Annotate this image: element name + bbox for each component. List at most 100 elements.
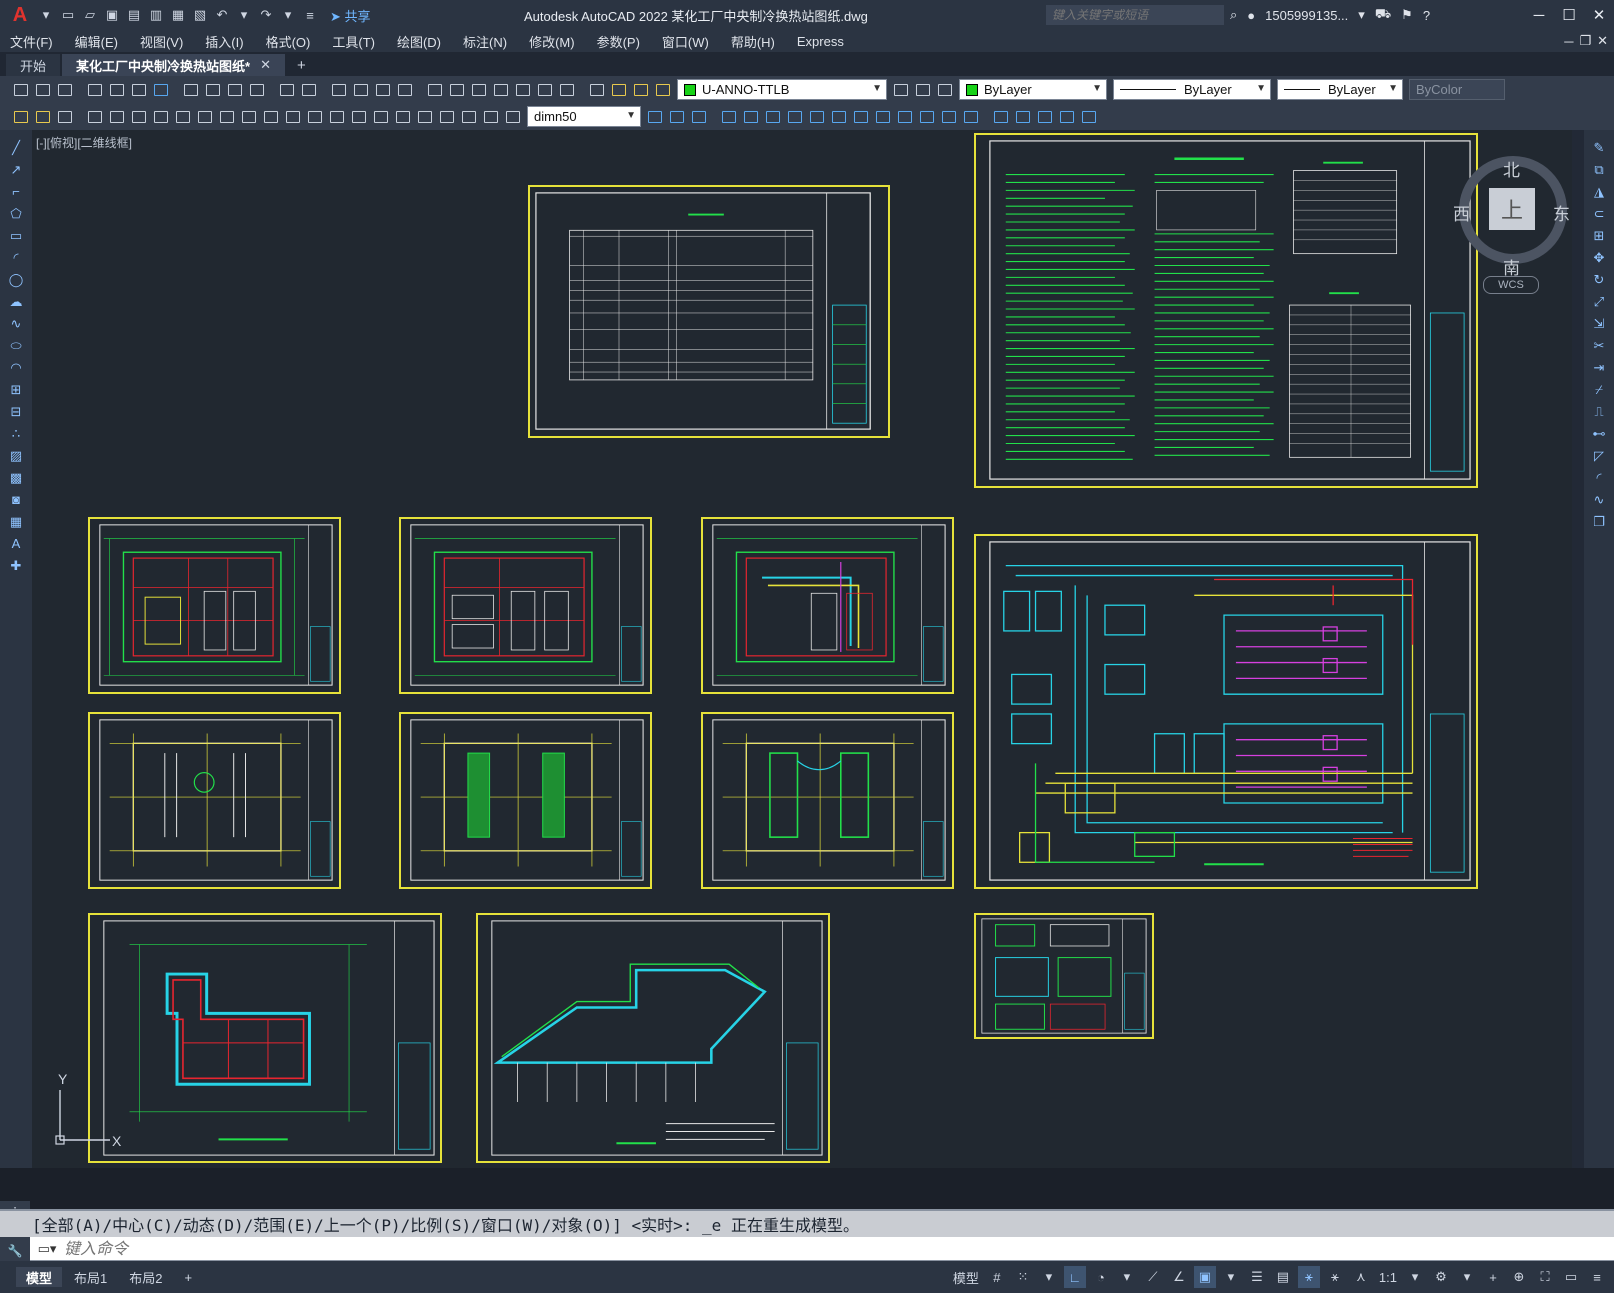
polar-tracking-icon[interactable]: ◔: [1090, 1266, 1112, 1288]
hatch-icon[interactable]: ▨: [6, 446, 26, 465]
dim-update-icon[interactable]: [54, 106, 76, 128]
menu-edit[interactable]: 编辑(E): [75, 32, 118, 51]
inspection-icon[interactable]: [414, 106, 436, 128]
viewport-controls[interactable]: [-][俯视][二维线框]: [36, 134, 132, 151]
menu-insert[interactable]: 插入(I): [205, 32, 243, 51]
arc-icon[interactable]: ◜: [6, 248, 26, 267]
construction-line-icon[interactable]: ↗: [6, 160, 26, 179]
undo-icon[interactable]: ↶: [212, 4, 232, 26]
break-icon[interactable]: [872, 106, 894, 128]
trim-icon[interactable]: ✂: [1589, 336, 1609, 355]
menu-dimension[interactable]: 标注(N): [463, 32, 507, 51]
polyline-icon[interactable]: ⌐: [6, 182, 26, 201]
3d-print-icon[interactable]: [150, 79, 172, 101]
baseline-dimension-icon[interactable]: [282, 106, 304, 128]
mirror-icon[interactable]: [666, 106, 688, 128]
maximize-icon[interactable]: ☐: [1554, 0, 1584, 30]
doc-close-icon[interactable]: ✕: [1597, 33, 1608, 49]
break-icon[interactable]: ⎍: [1589, 402, 1609, 421]
ellipse-icon[interactable]: ⬭: [6, 336, 26, 355]
radius-dimension-icon[interactable]: [172, 106, 194, 128]
fillet-icon[interactable]: [938, 106, 960, 128]
wrench-icon[interactable]: 🔧: [8, 1244, 23, 1258]
help-search-input[interactable]: [1046, 5, 1224, 25]
sheet-foundation-plan-1[interactable]: [88, 712, 341, 889]
model-space-toggle[interactable]: 模型: [950, 1266, 982, 1288]
ortho-icon[interactable]: ∟: [1063, 1266, 1086, 1288]
explode-icon[interactable]: [960, 106, 982, 128]
snap-icon[interactable]: ⁙: [1012, 1266, 1034, 1288]
save-as-icon[interactable]: ▤: [124, 4, 144, 26]
copy-icon[interactable]: ⧉: [1589, 160, 1609, 179]
add-icon[interactable]: +: [1482, 1266, 1504, 1288]
stretch-icon[interactable]: [806, 106, 828, 128]
publish-icon[interactable]: [128, 79, 150, 101]
dim-break-icon[interactable]: [348, 106, 370, 128]
circle-icon[interactable]: ◯: [6, 270, 26, 289]
tab-drawing[interactable]: 某化工厂中央制冷换热站图纸* ✕: [62, 54, 285, 76]
polygon-icon[interactable]: ⬠: [6, 204, 26, 223]
extend-icon[interactable]: ⇥: [1589, 358, 1609, 377]
rotate-icon[interactable]: ↻: [1589, 270, 1609, 289]
new-file-icon[interactable]: ▭: [58, 4, 78, 26]
point-icon[interactable]: ∴: [6, 424, 26, 443]
menu-tools[interactable]: 工具(T): [332, 32, 375, 51]
dim-style-dropdown[interactable]: dimn50 ▼: [527, 106, 641, 127]
gear-dropdown-icon[interactable]: ▾: [1456, 1266, 1478, 1288]
transparency-icon[interactable]: ▤: [1272, 1266, 1294, 1288]
compass-east[interactable]: 东: [1553, 200, 1570, 225]
block-insert-icon[interactable]: [990, 106, 1012, 128]
linetype-dropdown[interactable]: ByLayer ▼: [1113, 79, 1271, 100]
blend-curves-icon[interactable]: ∿: [1589, 490, 1609, 509]
vertical-scrollbar[interactable]: [1572, 130, 1584, 1168]
menu-draw[interactable]: 绘图(D): [397, 32, 441, 51]
chamfer-icon[interactable]: [916, 106, 938, 128]
share-button[interactable]: ➤ 共享: [330, 6, 371, 25]
continue-dimension-icon[interactable]: [304, 106, 326, 128]
redo-icon[interactable]: [298, 79, 320, 101]
fillet-icon[interactable]: ◜: [1589, 468, 1609, 487]
mirror-icon[interactable]: ◮: [1589, 182, 1609, 201]
new-tab-icon[interactable]: +: [287, 54, 316, 76]
viewcube[interactable]: 上 北 南 东 西 WCS: [1453, 148, 1572, 298]
sheet-roof-plan[interactable]: [88, 913, 442, 1163]
dim-text-edit-icon[interactable]: [480, 106, 502, 128]
command-input[interactable]: [64, 1237, 1464, 1260]
scale-icon[interactable]: [784, 106, 806, 128]
region-icon[interactable]: ◙: [6, 490, 26, 509]
doc-minimize-icon[interactable]: ─: [1564, 34, 1573, 49]
viewcube-top-face[interactable]: 上: [1489, 188, 1535, 230]
sheet-equipment-list[interactable]: [528, 185, 890, 438]
revcloud-icon[interactable]: ☁: [6, 292, 26, 311]
layout-tab-model[interactable]: 模型: [16, 1267, 63, 1287]
cart-icon[interactable]: ⛟: [1375, 6, 1391, 24]
undo-icon[interactable]: [276, 79, 298, 101]
layer-previous-icon[interactable]: [912, 79, 934, 101]
ellipse-arc-icon[interactable]: ◠: [6, 358, 26, 377]
redo-dropdown-icon[interactable]: ▾: [278, 4, 298, 26]
move-icon[interactable]: [740, 106, 762, 128]
undo-dropdown-icon[interactable]: ▾: [234, 4, 254, 26]
join-icon[interactable]: ⊷: [1589, 424, 1609, 443]
object-snap-tracking-icon[interactable]: ∠: [1168, 1266, 1190, 1288]
linear-dimension-icon[interactable]: [84, 106, 106, 128]
lineweight-dropdown[interactable]: ByLayer ▼: [1277, 79, 1403, 100]
search-icon[interactable]: ⌕: [1230, 7, 1237, 23]
save-icon[interactable]: [54, 79, 76, 101]
auto-scale-icon[interactable]: ⚹: [1324, 1266, 1346, 1288]
osnap-dropdown-icon[interactable]: ▾: [1220, 1266, 1242, 1288]
chamfer-icon[interactable]: ◸: [1589, 446, 1609, 465]
lineweight-icon[interactable]: ☰: [1246, 1266, 1268, 1288]
layer-on-icon[interactable]: [608, 79, 630, 101]
sheet-foundation-plan-2[interactable]: [399, 712, 652, 889]
menu-view[interactable]: 视图(V): [140, 32, 183, 51]
line-icon[interactable]: ╱: [6, 138, 26, 157]
sheet-floor-plan-2[interactable]: [399, 517, 652, 694]
jogged-dimension-icon[interactable]: [194, 106, 216, 128]
menu-parametric[interactable]: 参数(P): [597, 32, 640, 51]
drawing-canvas[interactable]: [-][俯视][二维线框] 上 北 南 东 西 WCS Y X: [32, 130, 1572, 1168]
zoom-previous-icon[interactable]: [394, 79, 416, 101]
table-icon[interactable]: ▦: [6, 512, 26, 531]
doc-restore-icon[interactable]: ❐: [1579, 33, 1591, 49]
calculator-icon[interactable]: [534, 79, 556, 101]
